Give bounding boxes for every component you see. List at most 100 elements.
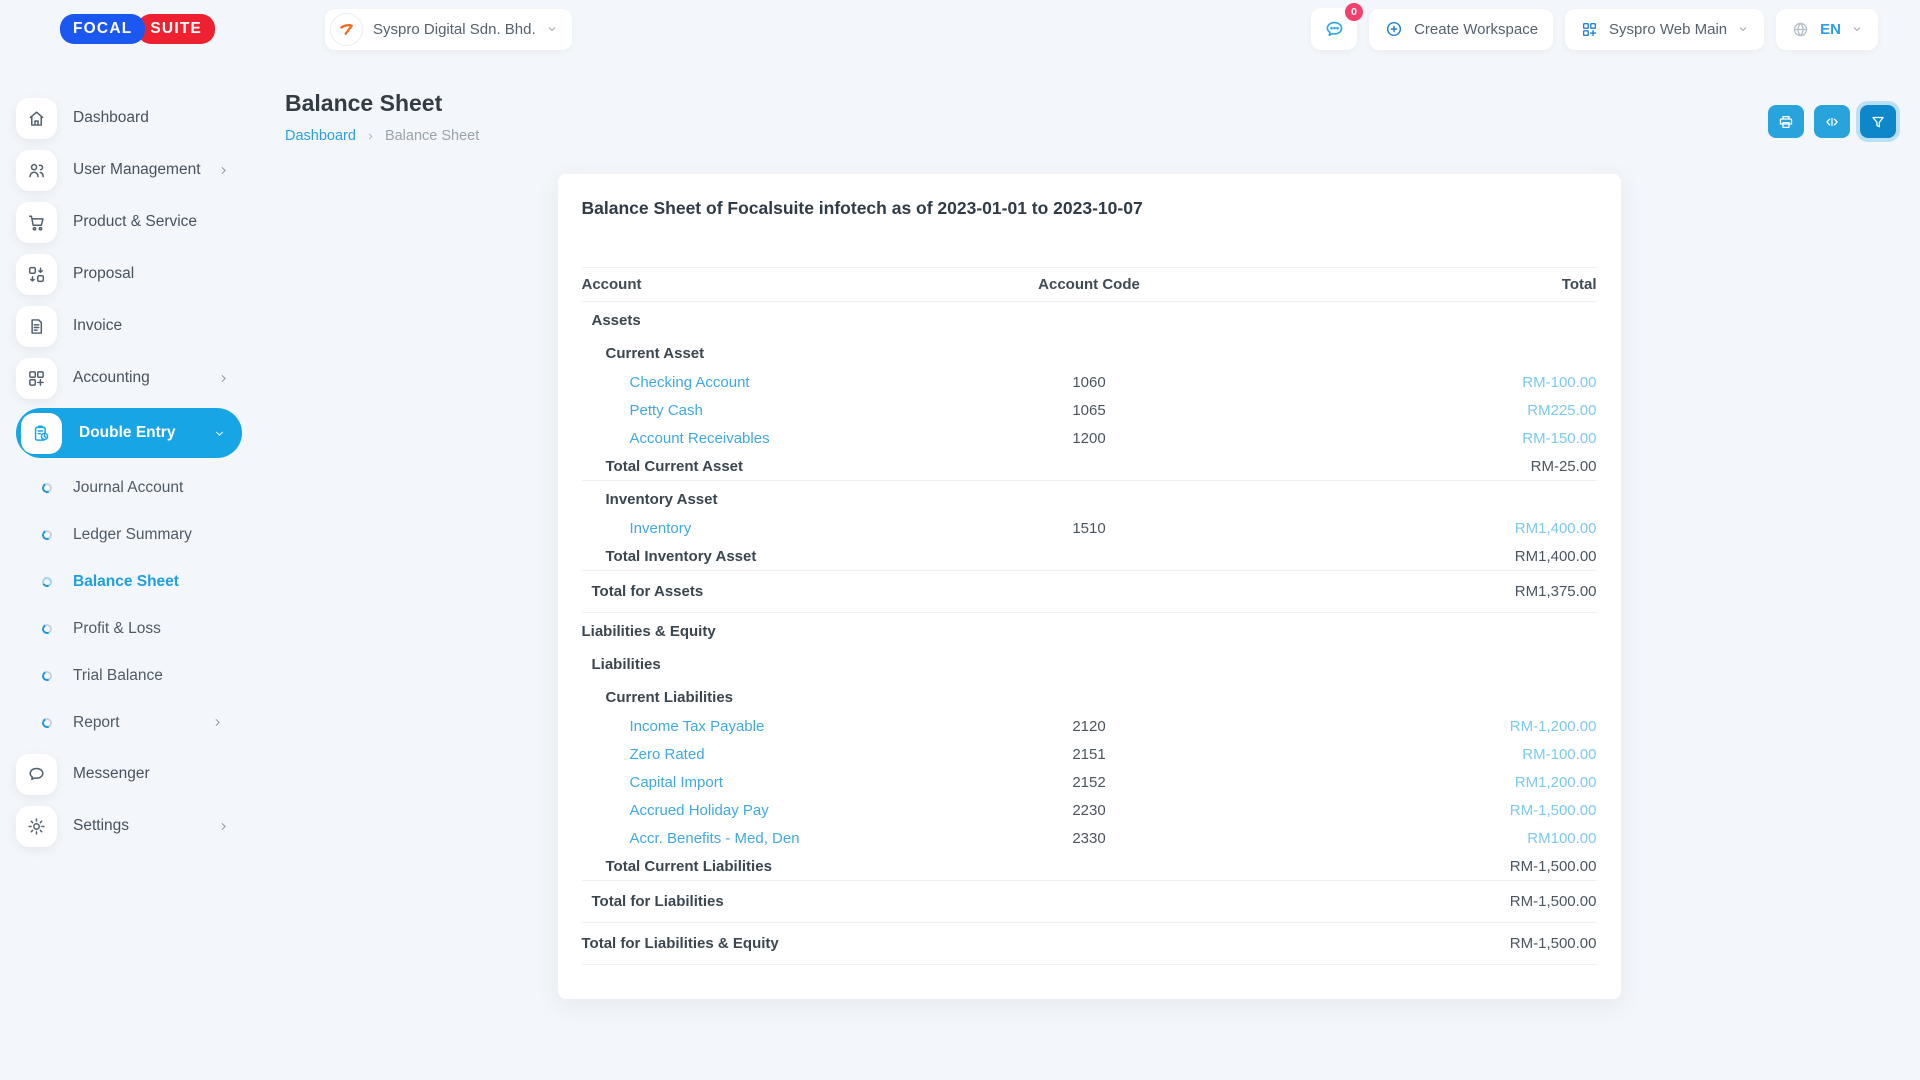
sidebar: DashboardUser ManagementProduct & Servic…: [0, 58, 258, 854]
sidebar-subitem-balance-sheet[interactable]: Balance Sheet: [0, 558, 258, 605]
account-link[interactable]: Income Tax Payable: [630, 718, 765, 735]
filter-button[interactable]: [1860, 105, 1896, 138]
create-workspace-button[interactable]: Create Workspace: [1369, 9, 1553, 50]
sidebar-subitem-ledger-summary[interactable]: Ledger Summary: [0, 511, 258, 558]
account-row-checking-account: Checking Account 1060RM-100.00: [582, 368, 1597, 396]
account-code: [988, 452, 1191, 481]
account-link[interactable]: Petty Cash: [630, 402, 703, 419]
account-link[interactable]: Capital Import: [630, 774, 723, 791]
sidebar-subitem-journal-account[interactable]: Journal Account: [0, 464, 258, 511]
account-link[interactable]: Zero Rated: [630, 746, 705, 763]
account-code: [988, 542, 1191, 571]
sidebar-item-proposal[interactable]: Proposal: [16, 250, 244, 298]
account-link[interactable]: Accrued Holiday Pay: [630, 802, 769, 819]
row-label: Total Inventory Asset: [606, 548, 757, 565]
language-selector[interactable]: EN: [1776, 9, 1878, 50]
plus-circle-icon: [1384, 19, 1404, 39]
summary-row-liabilities: Liabilities: [582, 646, 1597, 679]
account-row-accrued-holiday-pay: Accrued Holiday Pay2230RM-1,500.00: [582, 796, 1597, 824]
workspace-selector[interactable]: Syspro Digital Sdn. Bhd.: [325, 9, 572, 50]
row-total: [1191, 481, 1597, 515]
account-code: 1060: [988, 368, 1191, 396]
chevron-right-icon: [217, 164, 230, 177]
sidebar-item-accounting[interactable]: Accounting: [16, 354, 244, 402]
row-label: Total Current Liabilities: [606, 858, 772, 875]
row-total: RM-1,500.00: [1191, 796, 1597, 824]
row-total: RM-1,500.00: [1191, 852, 1597, 881]
logo-suite: SUITE: [137, 14, 215, 44]
cart-icon: [16, 202, 57, 243]
row-label: Current Liabilities: [606, 689, 734, 706]
page-title: Balance Sheet: [285, 90, 479, 117]
column-header-account: Account: [582, 268, 988, 302]
sidebar-subitem-trial-balance[interactable]: Trial Balance: [0, 652, 258, 699]
account-link[interactable]: Checking Account: [630, 374, 750, 391]
account-code: [988, 646, 1191, 679]
sidebar-item-double-entry[interactable]: Double Entry: [16, 408, 242, 458]
summary-row-current-liabilities: Current Liabilities: [582, 679, 1597, 712]
print-button[interactable]: [1768, 105, 1804, 138]
row-total: RM-100.00: [1191, 740, 1597, 768]
account-code: 1510: [988, 514, 1191, 542]
account-code: [988, 881, 1191, 923]
row-label: Assets: [592, 312, 641, 329]
account-row-accr-benefits-med-den: Accr. Benefits - Med, Den 2330RM100.00: [582, 824, 1597, 852]
account-link[interactable]: Account Receivables: [630, 430, 770, 447]
sidebar-subitem-report[interactable]: Report: [0, 699, 258, 746]
summary-row-total-current-asset: Total Current AssetRM-25.00: [582, 452, 1597, 481]
row-label: Total Current Asset: [606, 458, 744, 475]
account-code: 2330: [988, 824, 1191, 852]
breadcrumb: Dashboard Balance Sheet: [285, 128, 479, 144]
sidebar-item-dashboard[interactable]: Dashboard: [16, 94, 244, 142]
summary-row-total-for-liabilities: Total for Liabilities RM-1,500.00: [582, 881, 1597, 923]
column-header-total: Total: [1191, 268, 1597, 302]
filter-icon: [1869, 113, 1887, 131]
column-header-account-code: Account Code: [988, 268, 1191, 302]
row-label: Total for Liabilities: [592, 893, 724, 910]
account-code: [988, 481, 1191, 515]
workspace-switcher[interactable]: Syspro Web Main: [1565, 9, 1764, 50]
row-total: RM1,400.00: [1191, 542, 1597, 571]
language-code: EN: [1820, 21, 1841, 38]
messenger-icon: [16, 754, 57, 795]
app-logo[interactable]: FOCALSUITE: [60, 14, 215, 44]
row-total: RM225.00: [1191, 396, 1597, 424]
breadcrumb-current: Balance Sheet: [385, 128, 479, 144]
row-total: RM-150.00: [1191, 424, 1597, 452]
summary-row-inventory-asset: Inventory Asset: [582, 481, 1597, 515]
unread-count-badge: 0: [1345, 3, 1363, 21]
sidebar-item-invoice[interactable]: Invoice: [16, 302, 244, 350]
row-total: [1191, 646, 1597, 679]
sidebar-subitem-profit-loss[interactable]: Profit & Loss: [0, 605, 258, 652]
sidebar-item-messenger[interactable]: Messenger: [16, 750, 244, 798]
messages-button[interactable]: 0: [1311, 8, 1357, 50]
row-total: [1191, 613, 1597, 647]
account-code: [988, 571, 1191, 613]
users-icon: [16, 150, 57, 191]
sidebar-item-settings[interactable]: Settings: [16, 802, 244, 850]
summary-row-total-for-liabilities-equity: Total for Liabilities & EquityRM-1,500.0…: [582, 923, 1597, 965]
account-code: [988, 335, 1191, 368]
account-code: 1065: [988, 396, 1191, 424]
globe-icon: [1791, 20, 1810, 39]
row-total: RM-1,500.00: [1191, 881, 1597, 923]
row-total: RM-100.00: [1191, 368, 1597, 396]
row-label: Liabilities: [592, 656, 661, 673]
report-actions: [1768, 105, 1896, 144]
logo-focal: FOCAL: [60, 14, 145, 44]
sidebar-item-user-management[interactable]: User Management: [16, 146, 244, 194]
breadcrumb-dashboard-link[interactable]: Dashboard: [285, 128, 356, 144]
row-total: RM100.00: [1191, 824, 1597, 852]
sidebar-item-product-service[interactable]: Product & Service: [16, 198, 244, 246]
account-row-inventory: Inventory1510RM1,400.00: [582, 514, 1597, 542]
embed-button[interactable]: [1814, 105, 1850, 138]
row-label: Total for Assets: [592, 583, 704, 600]
account-code: 2152: [988, 768, 1191, 796]
account-code: 1200: [988, 424, 1191, 452]
chevron-right-icon: [211, 716, 224, 729]
chevron-down-icon: [1737, 23, 1749, 35]
row-total: RM-1,500.00: [1191, 923, 1597, 965]
row-total: [1191, 679, 1597, 712]
account-link[interactable]: Inventory: [630, 520, 692, 537]
account-link[interactable]: Accr. Benefits - Med, Den: [630, 830, 800, 847]
